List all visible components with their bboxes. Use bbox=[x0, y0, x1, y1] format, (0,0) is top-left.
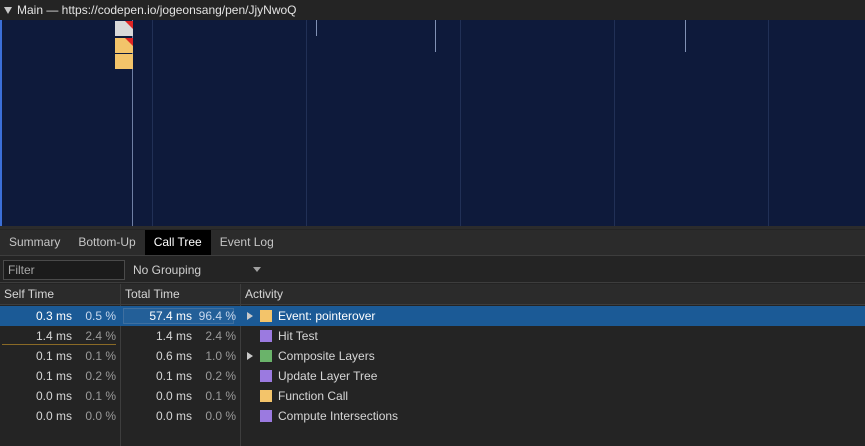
total-time-value: 1.4 ms bbox=[155, 329, 192, 343]
details-tabbar: Summary Bottom-Up Call Tree Event Log bbox=[0, 230, 865, 256]
table-row[interactable]: 0.1 ms 0.1 % 0.6 ms 1.0 % Composite Laye… bbox=[0, 346, 865, 366]
total-time-header[interactable]: Total Time bbox=[121, 284, 240, 305]
category-color-swatch bbox=[260, 350, 272, 362]
activity-name: Hit Test bbox=[278, 329, 318, 343]
self-time-value: 0.3 ms bbox=[35, 309, 72, 323]
dropdown-arrow-icon[interactable] bbox=[253, 267, 261, 272]
tab-call-tree[interactable]: Call Tree bbox=[144, 230, 211, 255]
event-tick[interactable] bbox=[316, 20, 317, 36]
total-time-percent: 0.0 % bbox=[205, 409, 236, 423]
total-time-value: 0.6 ms bbox=[155, 349, 192, 363]
activity-name: Event: pointerover bbox=[278, 309, 376, 323]
self-time-percent: 2.4 % bbox=[85, 329, 116, 343]
category-color-swatch bbox=[260, 390, 272, 402]
self-time-percent: 0.1 % bbox=[85, 349, 116, 363]
self-time-value: 0.0 ms bbox=[35, 409, 72, 423]
table-row[interactable]: 0.0 ms 0.1 % 0.0 ms 0.1 % Function Call bbox=[0, 386, 865, 406]
self-time-value: 0.1 ms bbox=[35, 349, 72, 363]
total-time-percent: 0.1 % bbox=[205, 389, 236, 403]
self-time-percent: 0.1 % bbox=[85, 389, 116, 403]
self-time-percent: 0.0 % bbox=[85, 409, 116, 423]
self-time-value: 1.4 ms bbox=[35, 329, 72, 343]
grouping-select[interactable]: No Grouping bbox=[133, 260, 263, 280]
self-time-value: 0.1 ms bbox=[35, 369, 72, 383]
expand-triangle-icon[interactable] bbox=[247, 312, 253, 320]
activity-name: Compute Intersections bbox=[278, 409, 399, 423]
activity-name: Composite Layers bbox=[278, 349, 375, 363]
track-title: Main — https://codepen.io/jogeonsang/pen… bbox=[17, 3, 297, 17]
category-color-swatch bbox=[260, 330, 272, 342]
activity-name: Function Call bbox=[278, 389, 349, 403]
function-call-block[interactable] bbox=[115, 54, 133, 69]
filter-input[interactable] bbox=[3, 260, 125, 280]
table-row[interactable]: 0.3 ms 0.5 % 57.4 ms 96.4 % Event: point… bbox=[0, 306, 865, 326]
activity-name: Update Layer Tree bbox=[278, 369, 378, 383]
total-time-percent: 2.4 % bbox=[205, 329, 236, 343]
total-time-value: 0.0 ms bbox=[155, 389, 192, 403]
event-tick[interactable] bbox=[435, 20, 436, 52]
category-color-swatch bbox=[260, 410, 272, 422]
event-tick[interactable] bbox=[685, 20, 686, 52]
tab-event-log[interactable]: Event Log bbox=[211, 230, 283, 255]
self-time-percent: 0.2 % bbox=[85, 369, 116, 383]
table-row[interactable]: 0.1 ms 0.2 % 0.1 ms 0.2 % Update Layer T… bbox=[0, 366, 865, 386]
total-time-percent: 0.2 % bbox=[205, 369, 236, 383]
total-time-value: 0.1 ms bbox=[155, 369, 192, 383]
filter-toolbar: No Grouping bbox=[0, 257, 865, 283]
total-time-percent: 1.0 % bbox=[205, 349, 236, 363]
collapse-triangle-icon[interactable] bbox=[4, 6, 12, 14]
expand-triangle-icon[interactable] bbox=[247, 352, 253, 360]
activity-header[interactable]: Activity bbox=[241, 284, 841, 305]
table-row[interactable]: 0.0 ms 0.0 % 0.0 ms 0.0 % Compute Inters… bbox=[0, 406, 865, 426]
call-tree-rows: 0.3 ms 0.5 % 57.4 ms 96.4 % Event: point… bbox=[0, 306, 865, 426]
event-block[interactable] bbox=[115, 38, 133, 53]
table-row[interactable]: 1.4 ms 2.4 % 1.4 ms 2.4 % Hit Test bbox=[0, 326, 865, 346]
total-time-percent: 96.4 % bbox=[198, 309, 236, 323]
main-thread-flame-chart[interactable]: Main — https://codepen.io/jogeonsang/pen… bbox=[0, 0, 865, 229]
tab-summary[interactable]: Summary bbox=[0, 230, 69, 255]
self-time-header[interactable]: Self Time bbox=[0, 284, 120, 305]
call-tree-header: Self Time Total Time Activity bbox=[0, 284, 865, 305]
self-time-percent: 0.5 % bbox=[85, 309, 116, 323]
total-time-value: 57.4 ms bbox=[149, 309, 192, 323]
category-color-swatch bbox=[260, 310, 272, 322]
category-color-swatch bbox=[260, 370, 272, 382]
task-block[interactable] bbox=[115, 21, 133, 36]
panel-resizer[interactable] bbox=[0, 226, 865, 229]
main-track-header[interactable]: Main — https://codepen.io/jogeonsang/pen… bbox=[0, 0, 865, 20]
total-time-value: 0.0 ms bbox=[155, 409, 192, 423]
self-time-value: 0.0 ms bbox=[35, 389, 72, 403]
tab-bottom-up[interactable]: Bottom-Up bbox=[69, 230, 144, 255]
